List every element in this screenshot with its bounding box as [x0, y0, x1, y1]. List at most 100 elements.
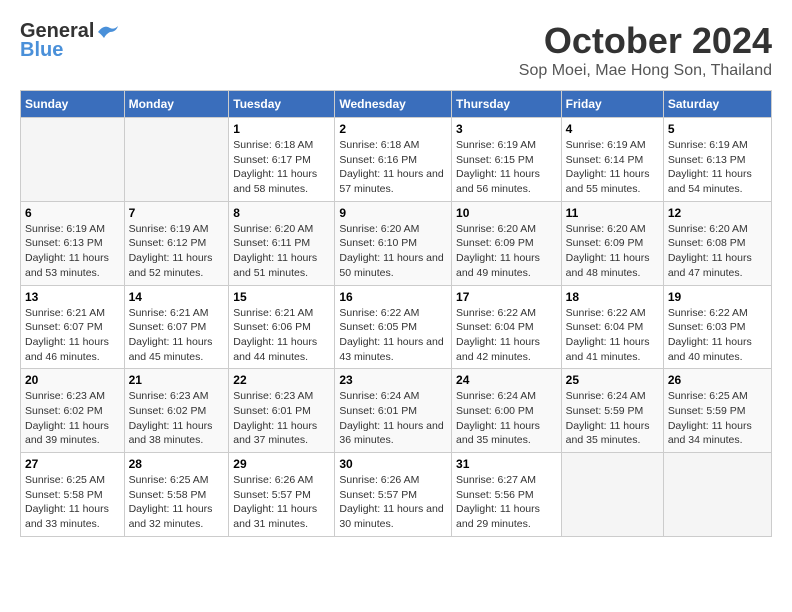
day-info: Sunrise: 6:23 AM Sunset: 6:01 PM Dayligh… — [233, 389, 330, 448]
calendar-cell: 30 Sunrise: 6:26 AM Sunset: 5:57 PM Dayli… — [335, 453, 452, 537]
logo: General Blue — [20, 20, 118, 62]
day-number: 8 — [233, 206, 330, 220]
calendar-week-4: 20Sunrise: 6:23 AM Sunset: 6:02 PM Dayli… — [21, 369, 772, 453]
weekday-header-row: SundayMondayTuesdayWednesdayThursdayFrid… — [21, 91, 772, 118]
day-number: 22 — [233, 373, 330, 387]
calendar-cell: 2 Sunrise: 6:18 AM Sunset: 6:16 PM Daylig… — [335, 118, 452, 202]
weekday-thursday: Thursday — [452, 91, 562, 118]
day-info: Sunrise: 6:26 AM Sunset: 5:57 PM Dayligh… — [339, 473, 447, 532]
calendar-cell: 22 Sunrise: 6:23 AM Sunset: 6:01 PM Dayli… — [229, 369, 335, 453]
day-info: Sunrise: 6:21 AM Sunset: 6:06 PM Dayligh… — [233, 306, 330, 365]
calendar-cell: 14 Sunrise: 6:21 AM Sunset: 6:07 PM Dayli… — [124, 285, 229, 369]
logo-bird-icon — [96, 24, 118, 40]
day-info: Sunrise: 6:23 AM Sunset: 6:02 PM Dayligh… — [129, 389, 225, 448]
calendar-cell: 9 Sunrise: 6:20 AM Sunset: 6:10 PM Daylig… — [335, 201, 452, 285]
calendar-cell — [663, 453, 771, 537]
day-number: 5 — [668, 122, 767, 136]
logo-blue-text: Blue — [20, 39, 63, 62]
day-number: 16 — [339, 290, 447, 304]
day-number: 19 — [668, 290, 767, 304]
calendar-cell: 17 Sunrise: 6:22 AM Sunset: 6:04 PM Dayli… — [452, 285, 562, 369]
day-info: Sunrise: 6:22 AM Sunset: 6:05 PM Dayligh… — [339, 306, 447, 365]
day-number: 12 — [668, 206, 767, 220]
calendar-week-3: 13 Sunrise: 6:21 AM Sunset: 6:07 PM Dayli… — [21, 285, 772, 369]
calendar-cell: 7Sunrise: 6:19 AM Sunset: 6:12 PM Daylig… — [124, 201, 229, 285]
day-info: Sunrise: 6:25 AM Sunset: 5:58 PM Dayligh… — [129, 473, 225, 532]
day-info: Sunrise: 6:19 AM Sunset: 6:13 PM Dayligh… — [668, 138, 767, 197]
day-number: 6 — [25, 206, 120, 220]
day-info: Sunrise: 6:20 AM Sunset: 6:10 PM Dayligh… — [339, 222, 447, 281]
calendar-cell: 19 Sunrise: 6:22 AM Sunset: 6:03 PM Dayli… — [663, 285, 771, 369]
day-number: 30 — [339, 457, 447, 471]
day-info: Sunrise: 6:25 AM Sunset: 5:59 PM Dayligh… — [668, 389, 767, 448]
day-number: 11 — [566, 206, 659, 220]
day-number: 17 — [456, 290, 557, 304]
day-number: 18 — [566, 290, 659, 304]
calendar-cell: 4Sunrise: 6:19 AM Sunset: 6:14 PM Daylig… — [561, 118, 663, 202]
calendar-cell — [21, 118, 125, 202]
day-info: Sunrise: 6:20 AM Sunset: 6:09 PM Dayligh… — [566, 222, 659, 281]
calendar-cell: 28Sunrise: 6:25 AM Sunset: 5:58 PM Dayli… — [124, 453, 229, 537]
day-info: Sunrise: 6:19 AM Sunset: 6:14 PM Dayligh… — [566, 138, 659, 197]
calendar-cell: 10Sunrise: 6:20 AM Sunset: 6:09 PM Dayli… — [452, 201, 562, 285]
day-number: 25 — [566, 373, 659, 387]
day-number: 15 — [233, 290, 330, 304]
day-info: Sunrise: 6:21 AM Sunset: 6:07 PM Dayligh… — [129, 306, 225, 365]
day-info: Sunrise: 6:19 AM Sunset: 6:15 PM Dayligh… — [456, 138, 557, 197]
calendar-cell — [561, 453, 663, 537]
calendar-cell: 23Sunrise: 6:24 AM Sunset: 6:01 PM Dayli… — [335, 369, 452, 453]
calendar-cell: 16 Sunrise: 6:22 AM Sunset: 6:05 PM Dayli… — [335, 285, 452, 369]
calendar-cell: 1 Sunrise: 6:18 AM Sunset: 6:17 PM Daylig… — [229, 118, 335, 202]
calendar-cell — [124, 118, 229, 202]
month-title: October 2024 — [519, 20, 772, 62]
calendar-cell: 8 Sunrise: 6:20 AM Sunset: 6:11 PM Daylig… — [229, 201, 335, 285]
weekday-friday: Friday — [561, 91, 663, 118]
weekday-tuesday: Tuesday — [229, 91, 335, 118]
weekday-wednesday: Wednesday — [335, 91, 452, 118]
day-info: Sunrise: 6:20 AM Sunset: 6:11 PM Dayligh… — [233, 222, 330, 281]
day-info: Sunrise: 6:21 AM Sunset: 6:07 PM Dayligh… — [25, 306, 120, 365]
day-number: 21 — [129, 373, 225, 387]
calendar-cell: 26Sunrise: 6:25 AM Sunset: 5:59 PM Dayli… — [663, 369, 771, 453]
calendar-cell: 5 Sunrise: 6:19 AM Sunset: 6:13 PM Daylig… — [663, 118, 771, 202]
calendar-cell: 29Sunrise: 6:26 AM Sunset: 5:57 PM Dayli… — [229, 453, 335, 537]
calendar-cell: 11 Sunrise: 6:20 AM Sunset: 6:09 PM Dayli… — [561, 201, 663, 285]
day-info: Sunrise: 6:19 AM Sunset: 6:13 PM Dayligh… — [25, 222, 120, 281]
day-number: 3 — [456, 122, 557, 136]
day-info: Sunrise: 6:23 AM Sunset: 6:02 PM Dayligh… — [25, 389, 120, 448]
day-info: Sunrise: 6:24 AM Sunset: 6:01 PM Dayligh… — [339, 389, 447, 448]
day-info: Sunrise: 6:18 AM Sunset: 6:16 PM Dayligh… — [339, 138, 447, 197]
day-number: 1 — [233, 122, 330, 136]
day-info: Sunrise: 6:22 AM Sunset: 6:03 PM Dayligh… — [668, 306, 767, 365]
day-number: 9 — [339, 206, 447, 220]
calendar-table: SundayMondayTuesdayWednesdayThursdayFrid… — [20, 90, 772, 537]
day-number: 13 — [25, 290, 120, 304]
day-number: 29 — [233, 457, 330, 471]
calendar-cell: 15 Sunrise: 6:21 AM Sunset: 6:06 PM Dayli… — [229, 285, 335, 369]
calendar-cell: 21 Sunrise: 6:23 AM Sunset: 6:02 PM Dayli… — [124, 369, 229, 453]
calendar-cell: 27Sunrise: 6:25 AM Sunset: 5:58 PM Dayli… — [21, 453, 125, 537]
weekday-monday: Monday — [124, 91, 229, 118]
day-info: Sunrise: 6:18 AM Sunset: 6:17 PM Dayligh… — [233, 138, 330, 197]
weekday-saturday: Saturday — [663, 91, 771, 118]
day-info: Sunrise: 6:25 AM Sunset: 5:58 PM Dayligh… — [25, 473, 120, 532]
day-number: 7 — [129, 206, 225, 220]
day-info: Sunrise: 6:24 AM Sunset: 6:00 PM Dayligh… — [456, 389, 557, 448]
day-info: Sunrise: 6:22 AM Sunset: 6:04 PM Dayligh… — [456, 306, 557, 365]
calendar-cell: 13 Sunrise: 6:21 AM Sunset: 6:07 PM Dayli… — [21, 285, 125, 369]
calendar-week-5: 27Sunrise: 6:25 AM Sunset: 5:58 PM Dayli… — [21, 453, 772, 537]
day-info: Sunrise: 6:22 AM Sunset: 6:04 PM Dayligh… — [566, 306, 659, 365]
day-info: Sunrise: 6:20 AM Sunset: 6:08 PM Dayligh… — [668, 222, 767, 281]
calendar-cell: 3 Sunrise: 6:19 AM Sunset: 6:15 PM Daylig… — [452, 118, 562, 202]
day-number: 2 — [339, 122, 447, 136]
calendar-cell: 20Sunrise: 6:23 AM Sunset: 6:02 PM Dayli… — [21, 369, 125, 453]
location-title: Sop Moei, Mae Hong Son, Thailand — [519, 62, 772, 80]
calendar-cell: 6 Sunrise: 6:19 AM Sunset: 6:13 PM Daylig… — [21, 201, 125, 285]
calendar-cell: 25Sunrise: 6:24 AM Sunset: 5:59 PM Dayli… — [561, 369, 663, 453]
calendar-cell: 18 Sunrise: 6:22 AM Sunset: 6:04 PM Dayli… — [561, 285, 663, 369]
day-number: 14 — [129, 290, 225, 304]
page-header: General Blue October 2024 Sop Moei, Mae … — [20, 20, 772, 80]
calendar-week-2: 6 Sunrise: 6:19 AM Sunset: 6:13 PM Daylig… — [21, 201, 772, 285]
calendar-cell: 31Sunrise: 6:27 AM Sunset: 5:56 PM Dayli… — [452, 453, 562, 537]
calendar-body: 1 Sunrise: 6:18 AM Sunset: 6:17 PM Daylig… — [21, 118, 772, 537]
